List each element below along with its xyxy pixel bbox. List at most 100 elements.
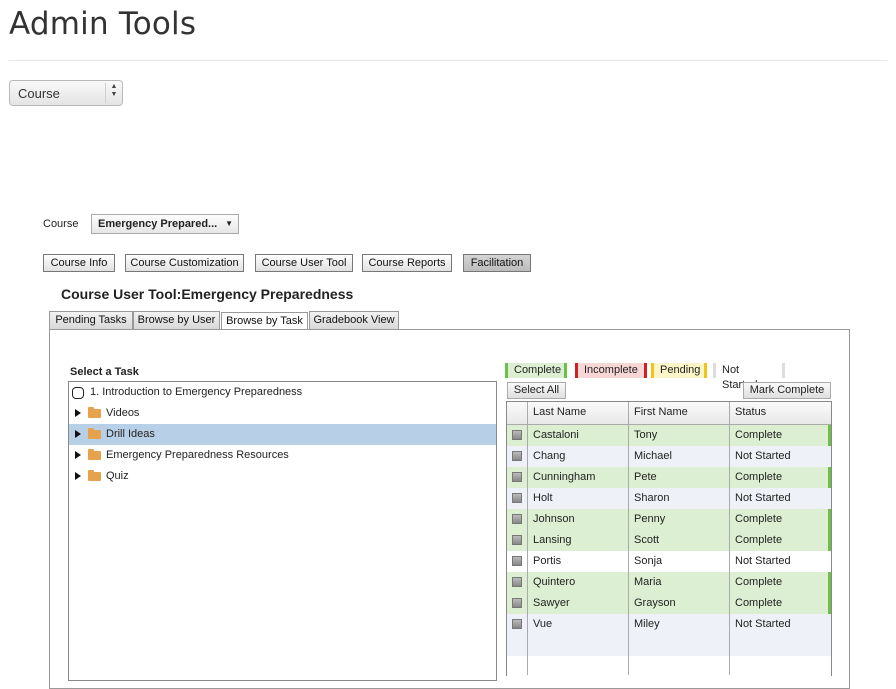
admin-tool-select-value: Course	[18, 86, 60, 101]
select-arrows-icon: ▲ ▼	[105, 83, 122, 103]
cell-first-name: Miley	[634, 618, 660, 630]
cell-status: Complete	[735, 534, 783, 546]
row-checkbox[interactable]	[512, 598, 522, 608]
cell-first-name: Maria	[634, 576, 662, 588]
course-customization-button[interactable]: Course Customization	[125, 254, 244, 272]
cell-last-name: Lansing	[533, 534, 572, 546]
folder-icon	[88, 428, 101, 439]
legend-not-started: Not Started	[713, 363, 785, 391]
column-divider	[729, 402, 730, 675]
table-row[interactable]: Holt Sharon Not Started	[507, 488, 831, 509]
status-indicator	[828, 467, 831, 488]
title-divider	[9, 60, 887, 61]
cell-status: Complete	[735, 429, 783, 441]
column-divider	[527, 402, 528, 675]
table-row[interactable]: Johnson Penny Complete	[507, 509, 831, 530]
status-indicator	[828, 593, 831, 614]
row-checkbox[interactable]	[512, 556, 522, 566]
cell-last-name: Portis	[533, 555, 562, 567]
select-all-button[interactable]: Select All	[507, 382, 566, 399]
task-item-quiz[interactable]: Quiz	[69, 466, 496, 487]
legend-incomplete: Incomplete	[575, 363, 647, 378]
task-item-label: 1. Introduction to Emergency Preparednes…	[90, 386, 303, 398]
cell-first-name: Michael	[634, 450, 672, 462]
table-row[interactable]: Chang Michael Not Started	[507, 446, 831, 467]
cell-first-name: Tony	[634, 429, 658, 441]
select-task-heading: Select a Task	[70, 366, 139, 378]
user-status-grid: Last Name First Name Status Castaloni Ton…	[506, 401, 832, 677]
table-row[interactable]: Lansing Scott Complete	[507, 530, 831, 551]
column-header-first-name[interactable]: First Name	[634, 406, 688, 418]
cell-first-name: Penny	[634, 513, 666, 525]
row-checkbox[interactable]	[512, 619, 522, 629]
expand-arrow-icon[interactable]	[75, 451, 81, 459]
cell-last-name: Holt	[533, 492, 553, 504]
row-checkbox[interactable]	[512, 472, 522, 482]
task-item-introduction[interactable]: 1. Introduction to Emergency Preparednes…	[69, 382, 496, 403]
cell-status: Complete	[735, 576, 783, 588]
cell-first-name: Scott	[634, 534, 660, 546]
course-dropdown[interactable]: Emergency Prepared... ▼	[91, 214, 239, 234]
course-reports-button[interactable]: Course Reports	[362, 254, 452, 272]
grid-header: Last Name First Name Status	[507, 402, 831, 425]
cell-last-name: Cunningham	[533, 471, 596, 483]
row-checkbox[interactable]	[512, 577, 522, 587]
course-info-button[interactable]: Course Info	[43, 254, 115, 272]
table-row[interactable]: Cunningham Pete Complete	[507, 467, 831, 488]
expand-arrow-icon[interactable]	[75, 472, 81, 480]
task-item-label: Quiz	[106, 470, 129, 482]
cell-status: Not Started	[735, 450, 791, 462]
row-checkbox[interactable]	[512, 514, 522, 524]
cell-status: Complete	[735, 513, 783, 525]
status-indicator	[828, 530, 831, 551]
status-indicator	[828, 509, 831, 530]
course-label: Course	[43, 218, 79, 230]
task-item-drill-ideas[interactable]: Drill Ideas	[69, 424, 496, 445]
status-indicator	[828, 572, 831, 593]
table-row[interactable]: Portis Sonja Not Started	[507, 551, 831, 572]
table-row[interactable]: Sawyer Grayson Complete	[507, 593, 831, 614]
tool-title: Course User Tool:Emergency Preparedness	[61, 286, 354, 302]
row-checkbox[interactable]	[512, 535, 522, 545]
task-item-videos[interactable]: Videos	[69, 403, 496, 424]
cell-status: Complete	[735, 597, 783, 609]
tab-browse-by-user[interactable]: Browse by User	[133, 311, 220, 329]
task-item-label: Drill Ideas	[106, 428, 155, 440]
tab-pending-tasks[interactable]: Pending Tasks	[49, 311, 133, 329]
table-row[interactable]: Vue Miley Not Started	[507, 614, 831, 635]
table-row[interactable]: Quintero Maria Complete	[507, 572, 831, 593]
cell-status: Not Started	[735, 618, 791, 630]
cell-last-name: Castaloni	[533, 429, 579, 441]
cell-last-name: Chang	[533, 450, 566, 462]
table-row[interactable]: Castaloni Tony Complete	[507, 425, 831, 446]
table-row	[507, 635, 831, 656]
cell-last-name: Quintero	[533, 576, 576, 588]
tab-gradebook-view[interactable]: Gradebook View	[309, 311, 399, 329]
task-item-resources[interactable]: Emergency Preparedness Resources	[69, 445, 496, 466]
row-checkbox[interactable]	[512, 451, 522, 461]
row-checkbox[interactable]	[512, 430, 522, 440]
folder-icon	[88, 449, 101, 460]
folder-icon	[88, 407, 101, 418]
cell-first-name: Sonja	[634, 555, 663, 567]
admin-tool-select[interactable]: Course ▲ ▼	[9, 80, 123, 106]
column-header-status[interactable]: Status	[735, 406, 766, 418]
row-checkbox[interactable]	[512, 493, 522, 503]
task-item-label: Videos	[106, 407, 140, 419]
circle-icon	[72, 387, 84, 399]
expand-arrow-icon[interactable]	[75, 430, 81, 438]
legend-pending: Pending	[651, 363, 707, 378]
course-user-tool-button[interactable]: Course User Tool	[255, 254, 353, 272]
chevron-down-icon: ▼	[225, 219, 233, 228]
mark-complete-button[interactable]: Mark Complete	[743, 382, 831, 399]
cell-first-name: Pete	[634, 471, 657, 483]
column-divider	[628, 402, 629, 675]
cell-first-name: Grayson	[634, 597, 676, 609]
legend-complete: Complete	[505, 363, 567, 378]
cell-last-name: Vue	[533, 618, 553, 630]
column-header-last-name[interactable]: Last Name	[533, 406, 586, 418]
expand-arrow-icon[interactable]	[75, 409, 81, 417]
facilitation-button[interactable]: Facilitation	[463, 254, 531, 272]
cell-status: Not Started	[735, 555, 791, 567]
cell-status: Complete	[735, 471, 783, 483]
